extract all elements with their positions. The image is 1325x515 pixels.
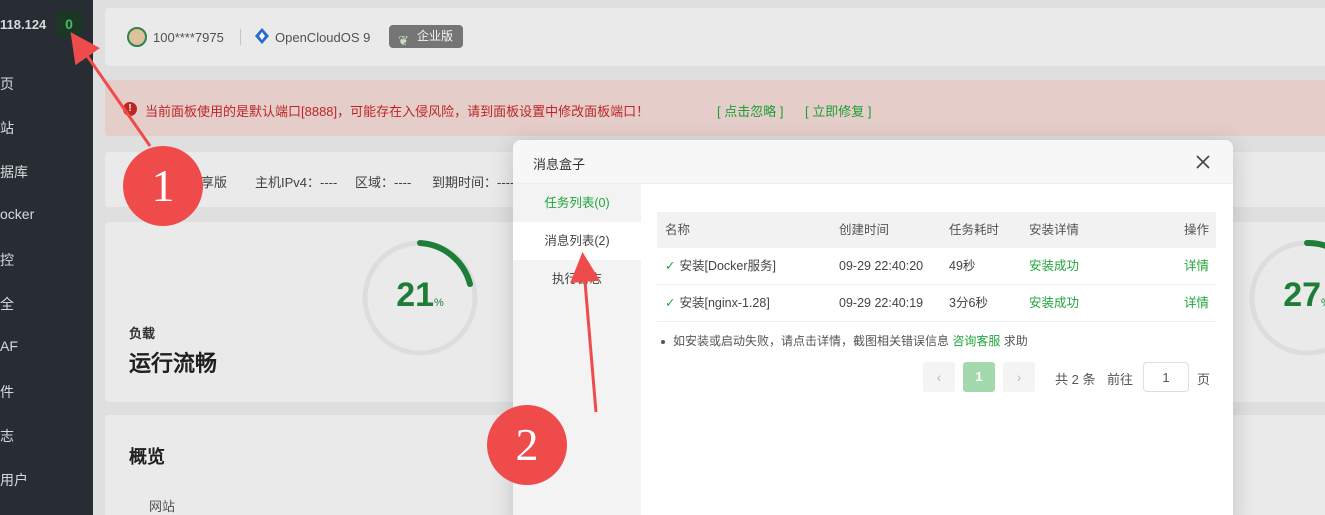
col-detail: 安装详情 xyxy=(1029,223,1080,237)
col-name: 名称 xyxy=(665,223,691,237)
next-page-button[interactable]: › xyxy=(1003,362,1035,392)
task-time: 09-29 22:40:19 xyxy=(839,296,924,310)
modal-title: 消息盒子 xyxy=(533,157,586,172)
message-table: 名称 创建时间 任务耗时 安装详情 操作 ✓ 安装[Docker服务] 09-29… xyxy=(657,212,1216,322)
annotation-2: 2 xyxy=(487,405,567,485)
task-name: ✓ 安装[Docker服务] xyxy=(665,259,777,273)
message-box-modal: 消息盒子 任务列表(0) 消息列表(2) 执行日志 名称 创建时间 任务耗时 安… xyxy=(513,140,1233,515)
modal-body: 名称 创建时间 任务耗时 安装详情 操作 ✓ 安装[Docker服务] 09-29… xyxy=(641,184,1233,515)
check-icon: ✓ xyxy=(665,259,676,273)
support-link[interactable]: 咨询客服 xyxy=(952,334,1000,348)
annotation-1: 1 xyxy=(123,146,203,226)
prev-page-button[interactable]: ‹ xyxy=(923,362,955,392)
tab-task-list[interactable]: 任务列表(0) xyxy=(513,184,641,222)
goto-label: 前往 xyxy=(1107,372,1134,387)
check-icon: ✓ xyxy=(665,296,676,310)
tab-exec-log[interactable]: 执行日志 xyxy=(513,260,641,298)
modal-header: 消息盒子 xyxy=(513,140,1233,184)
close-icon[interactable] xyxy=(1191,150,1215,174)
page-jump-input[interactable] xyxy=(1143,362,1189,392)
col-created: 创建时间 xyxy=(839,223,890,237)
task-time: 09-29 22:40:20 xyxy=(839,259,924,273)
col-action: 操作 xyxy=(1184,223,1210,237)
help-note: 如安装或启动失败，请点击详情，截图相关错误信息 咨询客服 求助 xyxy=(661,332,1028,349)
table-row: ✓ 安装[Docker服务] 09-29 22:40:20 49秒 安装成功 详情 xyxy=(657,248,1216,285)
task-duration: 49秒 xyxy=(949,259,976,273)
tab-message-list[interactable]: 消息列表(2) xyxy=(513,222,641,260)
page-unit: 页 xyxy=(1197,372,1211,387)
detail-link[interactable]: 详情 xyxy=(1184,285,1209,321)
detail-link[interactable]: 详情 xyxy=(1184,248,1209,284)
table-row: ✓ 安装[nginx-1.28] 09-29 22:40:19 3分6秒 安装成功… xyxy=(657,285,1216,322)
task-name: ✓ 安装[nginx-1.28] xyxy=(665,296,770,310)
col-duration: 任务耗时 xyxy=(949,223,1000,237)
table-header: 名称 创建时间 任务耗时 安装详情 操作 xyxy=(657,212,1216,248)
task-duration: 3分6秒 xyxy=(949,296,988,310)
task-status: 安装成功 xyxy=(1029,259,1080,273)
bullet-icon xyxy=(661,339,665,344)
current-page[interactable]: 1 xyxy=(963,362,995,392)
task-status: 安装成功 xyxy=(1029,296,1080,310)
total-count: 共 2 条 xyxy=(1055,372,1096,387)
